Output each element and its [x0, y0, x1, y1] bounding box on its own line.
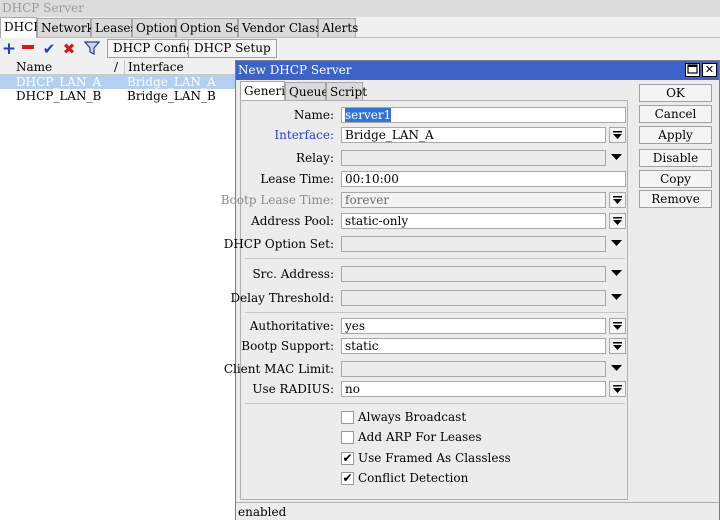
relay-chevron-down-icon[interactable] — [609, 150, 626, 166]
tab-option-sets[interactable]: Option Sets — [176, 18, 251, 37]
dhcp-setup-button[interactable]: DHCP Setup — [188, 39, 277, 58]
cancel-button[interactable]: Cancel — [639, 105, 712, 123]
add-arp-for-leases-label: Add ARP For Leases — [358, 430, 482, 444]
toolbar: + ✔ ✖ DHCP Config DHCP Setup — [0, 38, 720, 60]
relay-field[interactable] — [341, 150, 606, 166]
name-field[interactable]: server1 — [341, 107, 626, 123]
always-broadcast-label: Always Broadcast — [358, 410, 467, 424]
generic-panel: Name: server1 Interface: Bridge_LAN_A Re… — [221, 100, 628, 500]
tab-networks[interactable]: Networks — [37, 18, 100, 37]
address-pool-select[interactable]: static-only — [341, 213, 606, 229]
interface-dropdown-icon[interactable] — [609, 127, 626, 143]
tab-queues[interactable]: Queues — [285, 82, 335, 101]
tab-vendor-classes[interactable]: Vendor Classes — [238, 18, 335, 37]
bootp-lease-time-label: Bootp Lease Time: — [220, 193, 334, 207]
client-mac-limit-field[interactable] — [341, 361, 606, 377]
conflict-detection-label: Conflict Detection — [358, 471, 469, 485]
use-radius-dropdown-icon[interactable] — [609, 381, 626, 397]
client-mac-limit-label: Client MAC Limit: — [223, 362, 334, 376]
new-dhcp-server-dialog: New DHCP Server ✕ Generic Queues Script … — [221, 60, 720, 520]
use-radius-label: Use RADIUS: — [252, 382, 334, 396]
row-name: DHCP_LAN_A — [16, 75, 102, 89]
lease-time-field[interactable]: 00:10:00 — [341, 171, 626, 187]
disable-button[interactable]: Disable — [639, 149, 712, 167]
status-bar: enabled — [236, 502, 719, 520]
add-icon[interactable]: + — [0, 40, 18, 58]
filter-icon[interactable] — [83, 40, 101, 58]
authoritative-dropdown-icon[interactable] — [609, 318, 626, 334]
column-interface[interactable]: Interface — [124, 60, 184, 74]
column-name[interactable]: Name — [16, 60, 52, 74]
tab-generic[interactable]: Generic — [240, 81, 292, 101]
address-pool-dropdown-icon[interactable] — [609, 213, 626, 229]
use-framed-as-classless-label: Use Framed As Classless — [358, 451, 511, 465]
src-address-field[interactable] — [341, 266, 606, 282]
divider — [245, 312, 625, 313]
dhcp-option-set-field[interactable] — [341, 236, 606, 252]
interface-label: Interface: — [274, 128, 334, 142]
window-title: DHCP Server — [0, 0, 720, 17]
dialog-titlebar[interactable]: New DHCP Server ✕ — [236, 61, 719, 80]
enable-icon[interactable]: ✔ — [40, 40, 58, 58]
always-broadcast-checkbox[interactable] — [341, 411, 354, 424]
lease-time-label: Lease Time: — [260, 172, 334, 186]
use-radius-select[interactable]: no — [341, 381, 606, 397]
interface-select[interactable]: Bridge_LAN_A — [341, 127, 606, 143]
authoritative-select[interactable]: yes — [341, 318, 606, 334]
remove-button[interactable]: Remove — [639, 190, 712, 208]
authoritative-label: Authoritative: — [249, 319, 334, 333]
name-label: Name: — [293, 108, 334, 122]
copy-button[interactable]: Copy — [639, 170, 712, 188]
client-mac-limit-chevron-down-icon[interactable] — [609, 361, 626, 377]
conflict-detection-checkbox[interactable]: ✔ — [341, 472, 354, 485]
table-row[interactable]: DHCP_LAN_B Bridge_LAN_B — [0, 89, 236, 103]
ok-button[interactable]: OK — [639, 84, 712, 102]
list-header: Name / Interface — [0, 60, 236, 75]
bootp-support-select[interactable]: static — [341, 338, 606, 354]
main-tab-bar: DHCP Networks Leases Options Option Sets… — [0, 17, 720, 38]
bootp-lease-time-select[interactable]: forever — [341, 192, 606, 208]
apply-button[interactable]: Apply — [639, 126, 712, 144]
disable-icon[interactable]: ✖ — [60, 40, 78, 58]
address-pool-label: Address Pool: — [251, 214, 334, 228]
sort-indicator: / — [114, 60, 119, 74]
dhcp-config-button[interactable]: DHCP Config — [107, 39, 200, 58]
relay-label: Relay: — [296, 151, 334, 165]
delay-threshold-chevron-down-icon[interactable] — [609, 290, 626, 306]
row-name: DHCP_LAN_B — [16, 89, 102, 103]
row-interface: Bridge_LAN_A — [127, 75, 216, 89]
tab-dhcp[interactable]: DHCP — [0, 17, 41, 38]
use-framed-as-classless-checkbox[interactable]: ✔ — [341, 452, 354, 465]
tab-alerts[interactable]: Alerts — [318, 18, 358, 37]
dhcp-option-set-label: DHCP Option Set: — [223, 237, 334, 251]
bootp-support-dropdown-icon[interactable] — [609, 338, 626, 354]
remove-icon[interactable] — [19, 40, 37, 58]
delay-threshold-field[interactable] — [341, 290, 606, 306]
add-arp-for-leases-checkbox[interactable] — [341, 431, 354, 444]
delay-threshold-label: Delay Threshold: — [230, 291, 334, 305]
src-address-label: Src. Address: — [252, 267, 334, 281]
tab-options[interactable]: Options — [132, 18, 183, 37]
tab-script[interactable]: Script — [326, 82, 367, 101]
bootp-support-label: Bootp Support: — [241, 339, 334, 353]
divider — [245, 258, 625, 259]
dialog-title: New DHCP Server — [238, 63, 352, 77]
table-row[interactable]: DHCP_LAN_A Bridge_LAN_A — [0, 75, 236, 89]
maximize-icon[interactable] — [685, 63, 700, 77]
src-address-chevron-down-icon[interactable] — [609, 266, 626, 282]
divider — [245, 403, 625, 404]
tab-leases[interactable]: Leases — [91, 18, 137, 37]
bootp-lease-time-dropdown-icon[interactable] — [609, 192, 626, 208]
row-interface: Bridge_LAN_B — [127, 89, 216, 103]
close-icon[interactable]: ✕ — [702, 63, 717, 77]
dhcp-option-set-chevron-down-icon[interactable] — [609, 236, 626, 252]
